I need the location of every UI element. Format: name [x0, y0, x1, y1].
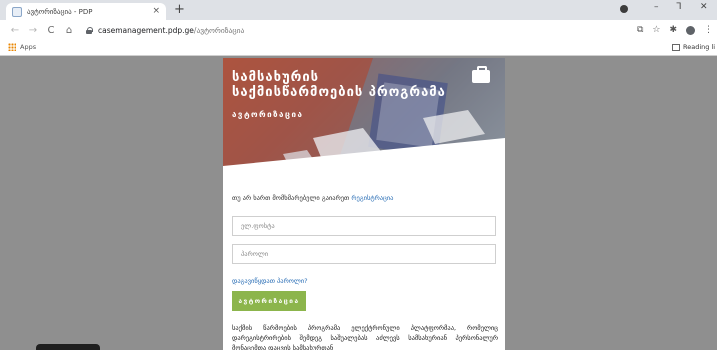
extensions-icon[interactable]: ✱ — [669, 26, 677, 35]
page-favicon-icon — [12, 6, 22, 17]
tab-strip: ავტორიზაცია - PDP × + – ᒣ ✕ — [0, 0, 717, 20]
reading-list-button[interactable]: Reading li — [672, 43, 715, 51]
window-minimize-icon[interactable]: – — [654, 3, 659, 12]
record-indicator-icon — [620, 5, 628, 13]
bookmark-star-icon[interactable]: ☆ — [652, 26, 660, 35]
apps-shortcut[interactable]: Apps — [8, 43, 36, 51]
apps-grid-icon — [8, 43, 16, 51]
reload-icon[interactable]: C — [44, 25, 58, 36]
register-link[interactable]: რეგისტრაცია — [351, 194, 393, 202]
address-bar[interactable]: casemanagement.pdp.ge/ავტორიზაცია — [98, 26, 244, 35]
hero-title-line2: საქმისწარმოების პროგრამა — [232, 85, 446, 100]
window-maximize-icon[interactable]: ᒣ — [676, 3, 682, 12]
apps-label: Apps — [20, 43, 37, 51]
window-close-icon[interactable]: ✕ — [700, 3, 708, 12]
info-paragraph: საქმის წარმოების პროგრამა ელექტრონული პლ… — [232, 324, 498, 350]
tab-close-icon[interactable]: × — [152, 7, 160, 16]
tab-title: ავტორიზაცია - PDP — [27, 7, 93, 16]
profile-avatar-icon[interactable] — [686, 26, 695, 35]
email-field[interactable] — [232, 216, 496, 236]
menu-icon[interactable]: ⋮ — [704, 26, 713, 35]
home-icon[interactable]: ⌂ — [62, 25, 76, 36]
browser-toolbar: ← → C ⌂ casemanagement.pdp.ge/ავტორიზაცი… — [0, 20, 717, 41]
hero-subtitle: ავტორიზაცია — [232, 110, 304, 119]
login-button[interactable]: ავტორიზაცია — [232, 291, 306, 311]
forgot-password-link[interactable]: დაგავიწყდათ პაროლი? — [232, 277, 308, 285]
hero-title: სამსახურის საქმისწარმოების პროგრამა — [232, 70, 446, 100]
reading-list-label: Reading li — [683, 43, 716, 51]
register-prompt-line: თუ არ ხართ მომხმარებელი გაიარეთ რეგისტრა… — [232, 194, 393, 202]
browser-tab[interactable]: ავტორიზაცია - PDP × — [6, 3, 166, 20]
new-tab-icon[interactable]: + — [174, 3, 185, 16]
back-icon[interactable]: ← — [8, 25, 22, 36]
toolbar-actions: ⧉ ☆ ✱ ⋮ — [637, 20, 717, 41]
bookmarks-bar: Apps Reading li — [0, 41, 717, 56]
forward-icon[interactable]: → — [26, 25, 40, 36]
taskbar-overlay — [36, 344, 100, 350]
password-field[interactable] — [232, 244, 496, 264]
briefcase-icon — [472, 66, 490, 83]
register-prompt: თუ არ ხართ მომხმარებელი გაიარეთ — [232, 194, 350, 202]
reading-list-icon — [672, 43, 680, 51]
page-viewport: სამსახურის საქმისწარმოების პროგრამა ავტო… — [0, 56, 717, 350]
hero-title-line1: სამსახურის — [232, 70, 320, 85]
url-path: /ავტორიზაცია — [193, 26, 245, 35]
url-domain: casemanagement.pdp.ge — [98, 26, 194, 35]
lock-icon[interactable] — [86, 27, 93, 34]
login-card: სამსახურის საქმისწარმოების პროგრამა ავტო… — [223, 58, 505, 350]
translate-icon[interactable]: ⧉ — [637, 26, 643, 35]
hero-banner: სამსახურის საქმისწარმოების პროგრამა ავტო… — [223, 58, 505, 176]
